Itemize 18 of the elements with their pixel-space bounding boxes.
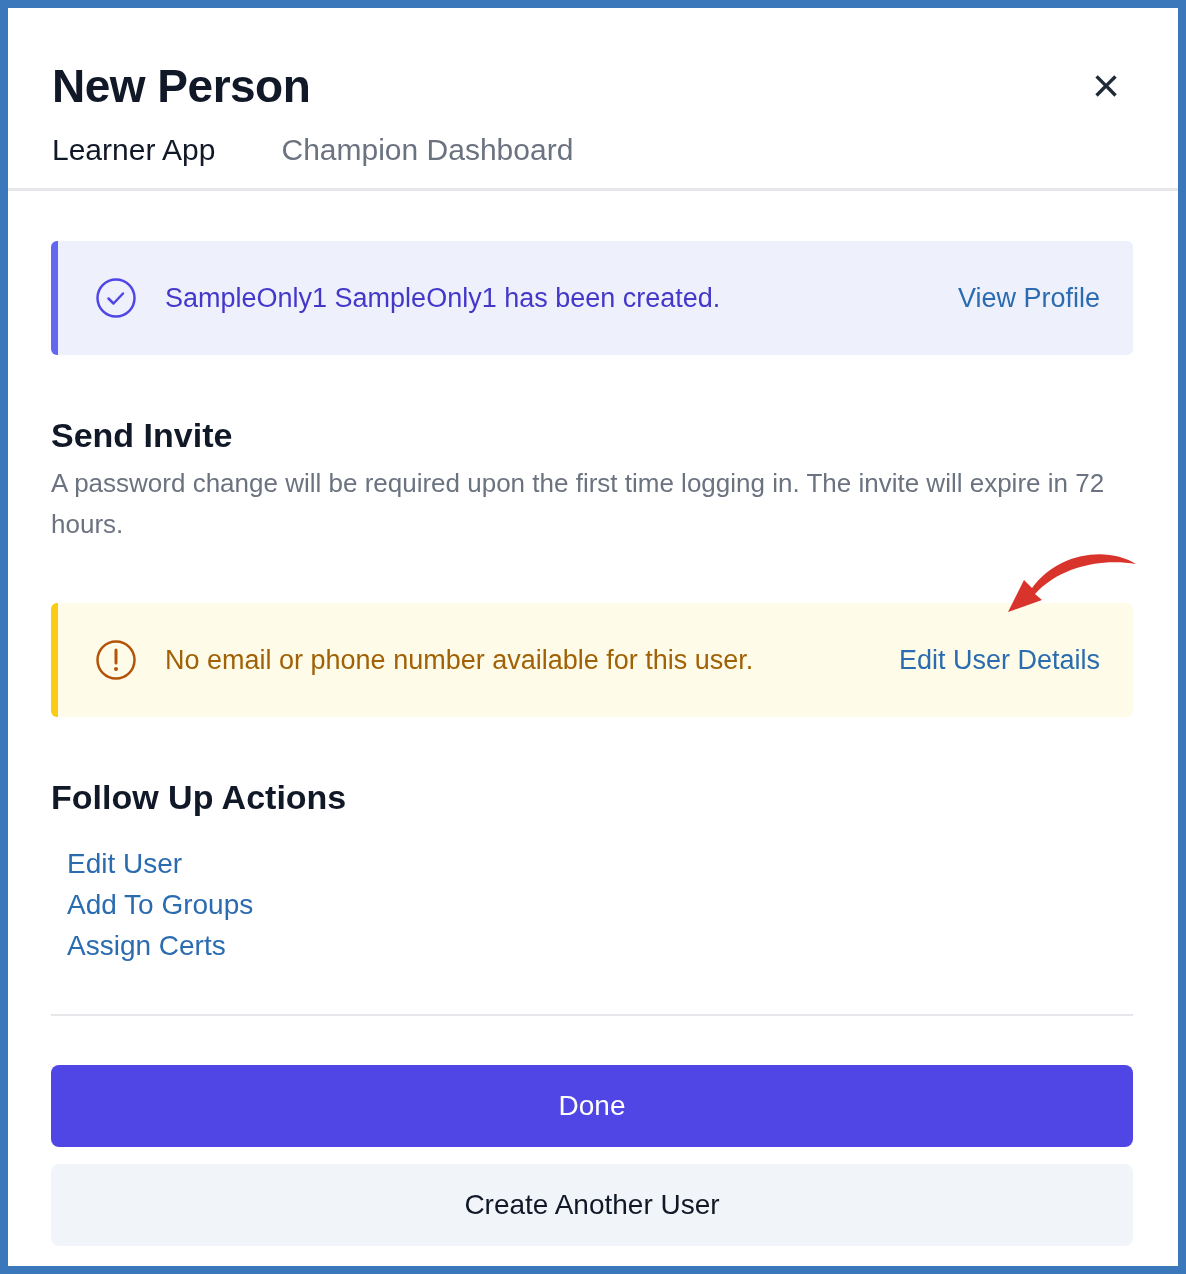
tab[interactable]: Learner App <box>52 132 216 168</box>
check-circle-icon <box>95 277 137 319</box>
section-description: A password change will be required upon the first time logging in. The invite will expire in 72 hours. <box>51 467 1106 541</box>
alert-message: SampleOnly1 SampleOnly1 has been created. <box>165 282 722 314</box>
create-user-button[interactable]: Create Another User <box>51 1164 1133 1246</box>
action-link[interactable]: Assign Certs <box>67 925 226 966</box>
done-button[interactable]: Done <box>51 1065 1133 1147</box>
action-link[interactable]: Add To Groups <box>67 884 254 925</box>
alert-link[interactable]: View Profile <box>957 282 1100 314</box>
tab[interactable]: Champion Dashboard <box>281 132 574 168</box>
action-link[interactable]: Edit User <box>67 843 183 884</box>
alert-message: No email or phone number available for this user. <box>165 644 755 676</box>
exclamation-circle-icon <box>95 639 137 681</box>
alert-link[interactable]: Edit User Details <box>898 644 1100 676</box>
section-heading: Follow Up Actions <box>51 777 348 817</box>
close-button[interactable]: × <box>1091 62 1120 110</box>
dialog-title: New Person <box>52 59 311 114</box>
section-heading: Send Invite <box>51 415 234 455</box>
